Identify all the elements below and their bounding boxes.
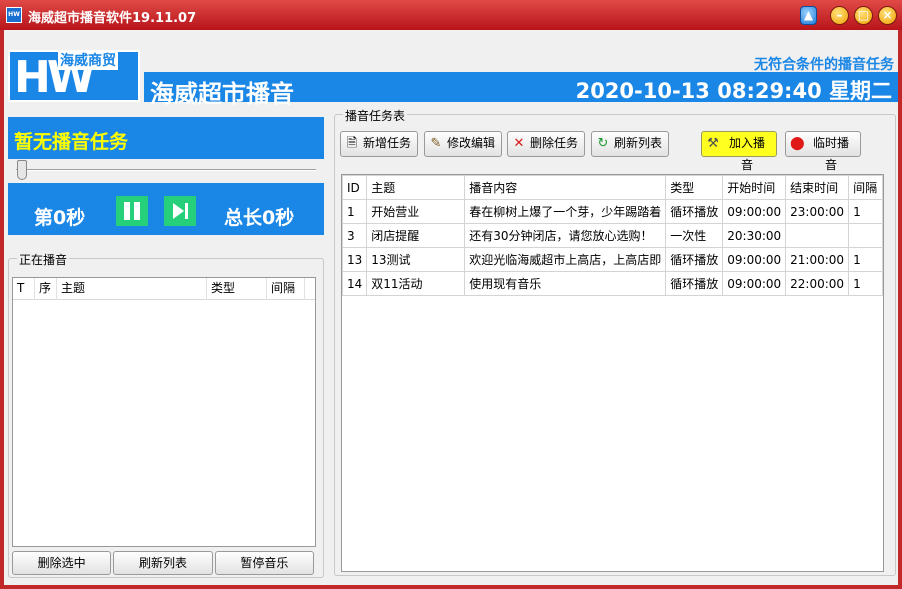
column-header-content[interactable]: 播音内容 (464, 175, 667, 200)
column-header-interval[interactable]: 间隔 (848, 175, 883, 200)
cell-id: 3 (341, 223, 368, 248)
column-header-interval[interactable]: 间隔 (267, 278, 305, 300)
cell-content: 欢迎光临海威超市上高店，上高店即 (464, 247, 667, 272)
cell-id: 1 (341, 199, 368, 224)
table-row[interactable]: 13 13测试 欢迎光临海威超市上高店，上高店即 循环播放 09:00:00 2… (341, 247, 883, 272)
add-task-label: 新增任务 (363, 136, 412, 150)
refresh-playing-button[interactable]: 刷新列表 (113, 551, 213, 575)
cell-interval (848, 223, 883, 248)
cell-subject: 闭店提醒 (366, 223, 466, 248)
playing-actions: 删除选中 刷新列表 暂停音乐 (12, 551, 316, 575)
app-icon: HW (6, 7, 22, 23)
column-header-id[interactable]: ID (341, 175, 368, 200)
progress-slider-track[interactable] (16, 169, 316, 171)
delete-selected-button[interactable]: 删除选中 (12, 551, 112, 575)
close-button[interactable]: × (878, 6, 897, 25)
main-window: HW 海威商贸 无符合条件的播音任务 海威超市播音 2020-10-13 08:… (4, 30, 898, 585)
app-name: 海威超市播音 (150, 80, 294, 108)
elapsed-time: 第0秒 (34, 207, 86, 229)
cell-id: 13 (341, 247, 368, 272)
refresh-icon: ↻ (597, 136, 609, 151)
playing-list[interactable]: T 序 主题 类型 间隔 (12, 277, 316, 547)
cell-end: 21:00:00 (785, 247, 850, 272)
cell-interval: 1 (848, 247, 883, 272)
cell-type: 循环播放 (665, 271, 724, 296)
pause-music-button[interactable]: 暂停音乐 (214, 551, 314, 575)
refresh-tasks-button[interactable]: ↻ 刷新列表 (591, 131, 669, 157)
playback-controls: 第0秒 总长0秒 (8, 183, 324, 235)
cell-content: 春在柳树上爆了一个芽，少年踢踏着 (464, 199, 667, 224)
delete-task-button[interactable]: ✕ 删除任务 (507, 131, 585, 157)
task-status-text: 无符合条件的播音任务 (754, 57, 894, 73)
edit-task-label: 修改编辑 (447, 136, 496, 150)
edit-icon: ✎ (430, 136, 442, 151)
column-header-start[interactable]: 开始时间 (722, 175, 787, 200)
task-group-label: 播音任务表 (343, 107, 408, 124)
logo-company-name: 海威商贸 (58, 52, 118, 70)
task-table: ID 主题 播音内容 类型 开始时间 结束时间 间隔 1 开始营业 春在柳树上爆… (341, 175, 883, 296)
cell-interval: 1 (848, 271, 883, 296)
cell-id: 14 (341, 271, 368, 296)
cell-start: 20:30:00 (722, 223, 787, 248)
column-header-type[interactable]: 类型 (207, 278, 267, 300)
add-to-broadcast-button[interactable]: ⚒ 加入播音 (701, 131, 777, 172)
clock: 2020-10-13 08:29:40 星期二 (575, 79, 892, 103)
cell-start: 09:00:00 (722, 199, 787, 224)
cell-start: 09:00:00 (722, 247, 787, 272)
now-playing-title: 暂无播音任务 (14, 131, 129, 153)
tools-icon: ⚒ (707, 136, 719, 151)
cell-content: 使用现有音乐 (464, 271, 667, 296)
window-title: 海威超市播音软件19.11.07 (28, 11, 197, 26)
temporary-broadcast-button[interactable]: ⬤ 临时播音 (785, 131, 861, 172)
skin-icon[interactable]: ▲ (800, 6, 817, 25)
table-row[interactable]: 14 双11活动 使用现有音乐 循环播放 09:00:00 22:00:00 1 (341, 271, 883, 296)
company-logo: HW 海威商贸 (8, 50, 140, 102)
maximize-button[interactable]: □ (854, 6, 873, 25)
cell-type: 循环播放 (665, 247, 724, 272)
cell-subject: 开始营业 (366, 199, 466, 224)
column-header-t[interactable]: T (13, 278, 35, 300)
total-length: 总长0秒 (224, 207, 295, 229)
title-bar: HW 海威超市播音软件19.11.07 ▲ – □ × (0, 0, 902, 30)
task-table-container[interactable]: ID 主题 播音内容 类型 开始时间 结束时间 间隔 1 开始营业 春在柳树上爆… (341, 174, 884, 572)
playing-list-header: T 序 主题 类型 间隔 (13, 278, 315, 300)
cell-interval: 1 (848, 199, 883, 224)
header-banner: 海威超市播音 2020-10-13 08:29:40 星期二 (144, 72, 898, 108)
add-task-button[interactable]: 🗎 新增任务 (340, 131, 418, 157)
refresh-tasks-label: 刷新列表 (614, 136, 663, 150)
column-header-subject[interactable]: 主题 (57, 278, 207, 300)
cell-subject: 13测试 (366, 247, 466, 272)
new-document-icon: 🗎 (346, 136, 358, 151)
progress-slider-thumb[interactable] (17, 160, 27, 180)
delete-x-icon: ✕ (513, 136, 525, 151)
now-playing-panel: 暂无播音任务 (8, 117, 324, 159)
cell-end: 23:00:00 (785, 199, 850, 224)
delete-task-label: 删除任务 (530, 136, 579, 150)
cell-end: 22:00:00 (785, 271, 850, 296)
cell-end (785, 223, 850, 248)
task-table-header: ID 主题 播音内容 类型 开始时间 结束时间 间隔 (341, 175, 883, 200)
table-row[interactable]: 1 开始营业 春在柳树上爆了一个芽，少年踢踏着 循环播放 09:00:00 23… (341, 199, 883, 224)
cell-start: 09:00:00 (722, 271, 787, 296)
column-header-subject[interactable]: 主题 (366, 175, 466, 200)
record-icon: ⬤ (790, 136, 805, 151)
cell-content: 还有30分钟闭店，请您放心选购！ (464, 223, 667, 248)
next-button[interactable] (164, 196, 196, 226)
cell-subject: 双11活动 (366, 271, 466, 296)
cell-type: 循环播放 (665, 199, 724, 224)
column-header-end[interactable]: 结束时间 (785, 175, 850, 200)
pause-button[interactable] (116, 196, 148, 226)
next-icon (173, 203, 184, 219)
column-header-type[interactable]: 类型 (665, 175, 724, 200)
minimize-button[interactable]: – (830, 6, 849, 25)
playing-group-label: 正在播音 (17, 251, 70, 268)
column-header-order[interactable]: 序 (35, 278, 57, 300)
edit-task-button[interactable]: ✎ 修改编辑 (424, 131, 502, 157)
table-row[interactable]: 3 闭店提醒 还有30分钟闭店，请您放心选购！ 一次性 20:30:00 (341, 223, 883, 248)
cell-type: 一次性 (665, 223, 724, 248)
